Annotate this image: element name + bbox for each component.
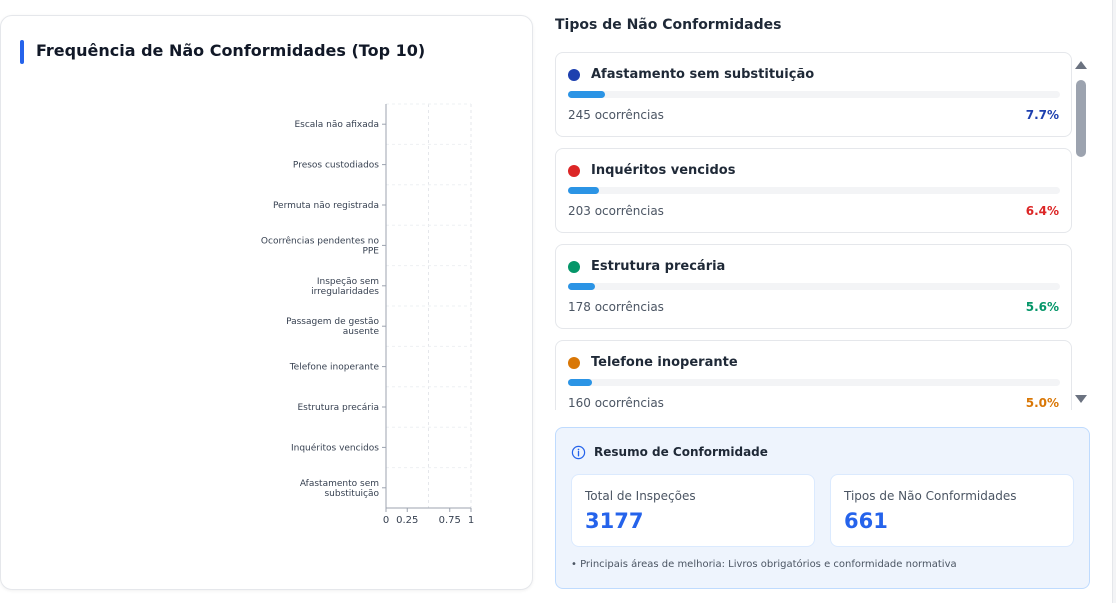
- type-count: 245 ocorrências: [568, 108, 664, 122]
- compliance-summary-card: Resumo de Conformidade Total de Inspeçõe…: [555, 427, 1090, 589]
- type-name: Estrutura precária: [591, 259, 726, 274]
- type-count: 178 ocorrências: [568, 300, 664, 314]
- chart-x-tick-label: 1: [468, 515, 474, 526]
- scroll-down-arrow-icon[interactable]: [1075, 395, 1087, 403]
- type-card-estrutura: Estrutura precária 178 ocorrências 5.6%: [555, 244, 1072, 329]
- chart-category-label: Inspeção sem irregularidades: [311, 277, 379, 297]
- types-section-title: Tipos de Não Conformidades: [555, 17, 782, 33]
- type-card-afastamento: Afastamento sem substituição 245 ocorrên…: [555, 52, 1072, 137]
- type-color-dot: [568, 69, 580, 81]
- type-percent: 5.6%: [1025, 300, 1059, 314]
- type-percent: 6.4%: [1025, 204, 1059, 218]
- total-inspections-value: 3177: [585, 509, 644, 533]
- type-color-dot: [568, 357, 580, 369]
- chart-category-label: Passagem de gestão ausente: [286, 317, 379, 337]
- type-color-dot: [568, 261, 580, 273]
- type-progress-fill: [568, 283, 595, 290]
- total-inspections-box: Total de Inspeções 3177: [571, 474, 815, 547]
- frequency-bar-chart: Escala não afixada Presos custodiados Perm…: [261, 103, 474, 526]
- type-progress-fill: [568, 379, 593, 386]
- chart-category-label: Escala não afixada: [294, 120, 379, 130]
- type-percent: 7.7%: [1025, 108, 1059, 122]
- scroll-thumb[interactable]: [1076, 80, 1086, 157]
- type-name: Inquéritos vencidos: [591, 163, 736, 178]
- chart-x-tick-label: 0.25: [396, 515, 418, 526]
- chart-category-label: Afastamento sem substituição: [300, 479, 380, 499]
- type-progress-track: [568, 283, 1060, 290]
- type-progress-track: [568, 91, 1060, 98]
- nonconformity-types-value: 661: [844, 509, 888, 533]
- improvement-areas-note: • Principais áreas de melhoria: Livros o…: [571, 559, 957, 570]
- chart-x-tick-label: 0: [383, 515, 389, 526]
- chart-category-label: Ocorrências pendentes no PPE: [261, 235, 380, 256]
- types-list[interactable]: Afastamento sem substituição 245 ocorrên…: [555, 52, 1073, 410]
- chart-category-label: Presos custodiados: [293, 161, 379, 171]
- type-count: 203 ocorrências: [568, 204, 664, 218]
- summary-title: Resumo de Conformidade: [594, 445, 768, 459]
- chart-x-tick-label: 0.75: [439, 515, 461, 526]
- type-progress-fill: [568, 91, 606, 98]
- type-progress-fill: [568, 187, 599, 194]
- type-count: 160 ocorrências: [568, 396, 664, 410]
- chart-category-label: Permuta não registrada: [273, 201, 379, 211]
- type-card-inqueritos: Inquéritos vencidos 203 ocorrências 6.4%: [555, 148, 1072, 233]
- type-card-telefone: Telefone inoperante 160 ocorrências 5.0%: [555, 340, 1072, 410]
- type-percent: 5.0%: [1025, 396, 1059, 410]
- chart-category-label: Telefone inoperante: [289, 363, 380, 373]
- nonconformity-types-box: Tipos de Não Conformidades 661: [830, 474, 1074, 547]
- scroll-up-arrow-icon[interactable]: [1075, 61, 1087, 69]
- type-progress-track: [568, 379, 1060, 386]
- info-icon: [571, 445, 586, 460]
- type-name: Afastamento sem substituição: [591, 67, 815, 82]
- type-color-dot: [568, 165, 580, 177]
- type-name: Telefone inoperante: [591, 355, 738, 370]
- type-progress-track: [568, 187, 1060, 194]
- types-list-scrollbar[interactable]: [1074, 58, 1088, 406]
- chart-category-label: Estrutura precária: [297, 403, 379, 413]
- nonconformity-types-label: Tipos de Não Conformidades: [844, 489, 1017, 503]
- total-inspections-label: Total de Inspeções: [585, 489, 696, 503]
- window-edge: [1112, 0, 1116, 603]
- chart-category-label: Inquéritos vencidos: [291, 442, 379, 453]
